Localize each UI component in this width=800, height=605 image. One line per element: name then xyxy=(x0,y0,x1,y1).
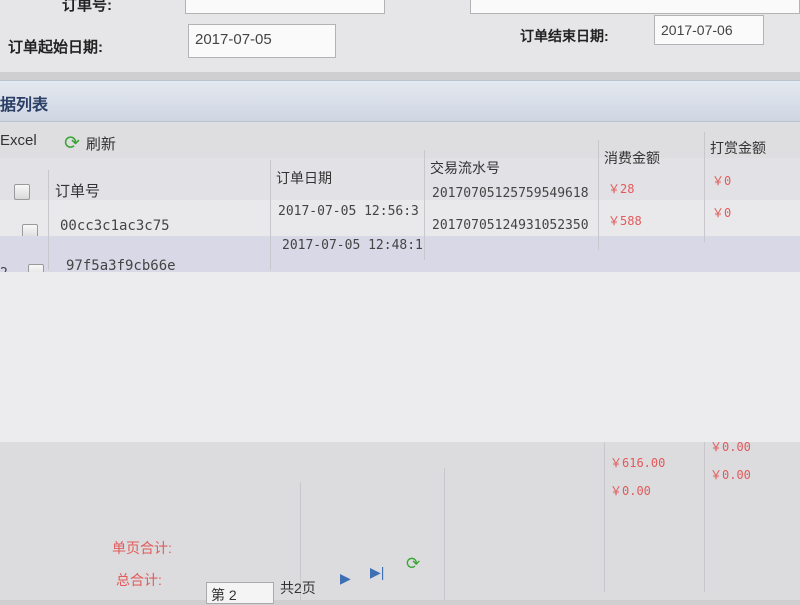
excel-export-button[interactable]: Excel xyxy=(0,132,37,149)
grid-footer: ￥616.00 ￥0.00 ￥0.00 ￥0.00 单页合计: 总合计: 第 2… xyxy=(0,440,800,604)
page-total-label: 单页合计: xyxy=(112,540,172,556)
refresh-button[interactable]: ⟳ 刷新 xyxy=(64,132,116,155)
grid-empty-area xyxy=(0,272,800,442)
page-total-tip: ￥0.00 xyxy=(710,440,751,454)
order-no-cell: 00cc3c1ac3c75 xyxy=(60,218,170,234)
table-row[interactable]: 00cc3c1ac3c75 2017-07-05 12:56:3 2017070… xyxy=(0,186,800,240)
page-number-input[interactable]: 第 2 xyxy=(206,582,274,604)
footer-divider xyxy=(604,442,605,592)
tip-cell: ￥0 xyxy=(712,206,732,220)
refresh-icon: ⟳ xyxy=(64,133,80,154)
trade-no-cell: 20170705124931052350 xyxy=(432,218,589,233)
reload-icon[interactable]: ⟳ xyxy=(406,554,420,574)
grand-total-label: 总合计: xyxy=(116,572,162,588)
next-page-icon[interactable]: ▶ xyxy=(340,570,351,587)
spend-cell: ￥588 xyxy=(608,214,642,228)
column-divider xyxy=(270,160,271,270)
footer-divider xyxy=(704,442,705,592)
order-no-label: 订单号: xyxy=(62,0,112,14)
column-divider xyxy=(424,150,425,260)
page-total-spend: ￥616.00 xyxy=(610,456,666,470)
trade-no-cell: 20170705125759549618 xyxy=(432,186,589,201)
footer-divider xyxy=(444,468,445,600)
grid-header: 订单号 订单日期 交易流水号 消费金额 打赏金额 ￥28 ￥0 xyxy=(0,140,800,201)
column-divider xyxy=(704,132,705,242)
grand-total-spend: ￥0.00 xyxy=(610,484,651,498)
col-header-order-no[interactable]: 订单号 xyxy=(55,180,100,201)
excel-label: Excel xyxy=(0,132,37,149)
panel-header: 数据列表 xyxy=(0,80,800,122)
toolbar: Excel ⟳ 刷新 xyxy=(0,122,800,158)
total-pages-label: 共2页 xyxy=(280,580,316,596)
order-date-cell: 2017-07-05 12:48:1 xyxy=(282,238,423,253)
grand-total-tip: ￥0.00 xyxy=(710,468,751,482)
select-all-checkbox[interactable] xyxy=(14,184,30,200)
last-page-icon[interactable]: ▶| xyxy=(370,564,384,581)
end-date-label: 订单结束日期: xyxy=(520,28,609,44)
extra-field-input[interactable] xyxy=(470,0,800,14)
table-row[interactable]: 2 97f5a3f9cb66e 2017-07-05 12:48:1 20170… xyxy=(0,218,800,281)
start-date-input[interactable]: 2017-07-05 xyxy=(188,24,336,58)
col-header-trade-no[interactable]: 交易流水号 xyxy=(430,158,500,178)
column-divider xyxy=(48,170,49,270)
header-spend-amount: ￥28 xyxy=(608,182,635,196)
col-header-tip[interactable]: 打赏金额 xyxy=(710,138,766,158)
column-divider xyxy=(598,140,599,250)
header-tip-amount: ￥0 xyxy=(712,174,732,188)
col-header-spend[interactable]: 消费金额 xyxy=(604,148,660,168)
refresh-label: 刷新 xyxy=(85,136,116,153)
col-header-order-date[interactable]: 订单日期 xyxy=(276,168,332,188)
start-date-label: 订单起始日期: xyxy=(8,39,103,56)
end-date-input[interactable]: 2017-07-06 xyxy=(654,15,764,45)
order-no-input[interactable] xyxy=(185,0,385,14)
order-date-cell: 2017-07-05 12:56:3 xyxy=(278,204,419,219)
search-form: 订单号: 订单起始日期: 2017-07-05 订单结束日期: 2017-07-… xyxy=(0,0,800,72)
panel-title: 数据列表 xyxy=(0,97,49,114)
